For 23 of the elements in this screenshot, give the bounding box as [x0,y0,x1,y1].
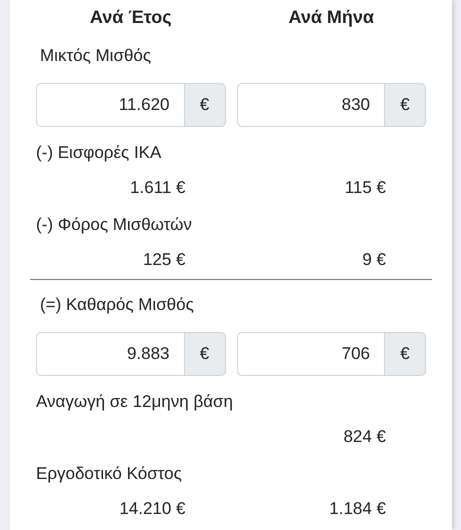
amount-value: 125 € [142,249,186,271]
amount-value: 14.210 € [119,498,186,520]
section-label: Μικτός Μισθός [40,46,152,65]
amount-value: 9 € [362,249,386,271]
section-label: Εργοδοτικό Κόστος [36,464,182,483]
amount-field[interactable]: 830 [236,83,385,127]
currency-addon: € [385,83,426,127]
section-label: (=) Καθαρός Μισθός [40,295,194,314]
section-label: (-) Φόρος Μισθωτών [36,215,192,234]
column-header: Ανά Έτος [90,6,172,29]
section-label: (-) Εισφορές ΙΚΑ [36,143,162,162]
section-label: Αναγωγή σε 12μηνη βάση [36,392,233,411]
amount-field[interactable]: 9.883 [36,332,184,376]
column-header: Ανά Μήνα [288,6,374,29]
amount-field[interactable]: 11.620 [36,83,184,127]
currency-addon: € [385,332,426,376]
amount-value: 1.184 € [329,498,386,520]
amount-value: 824 € [343,426,386,448]
currency-addon: € [184,83,226,127]
amount-value: 115 € [344,177,386,199]
amount-field[interactable]: 706 [236,332,385,376]
currency-addon: € [184,332,226,376]
amount-value: 1.611 € [130,177,186,199]
